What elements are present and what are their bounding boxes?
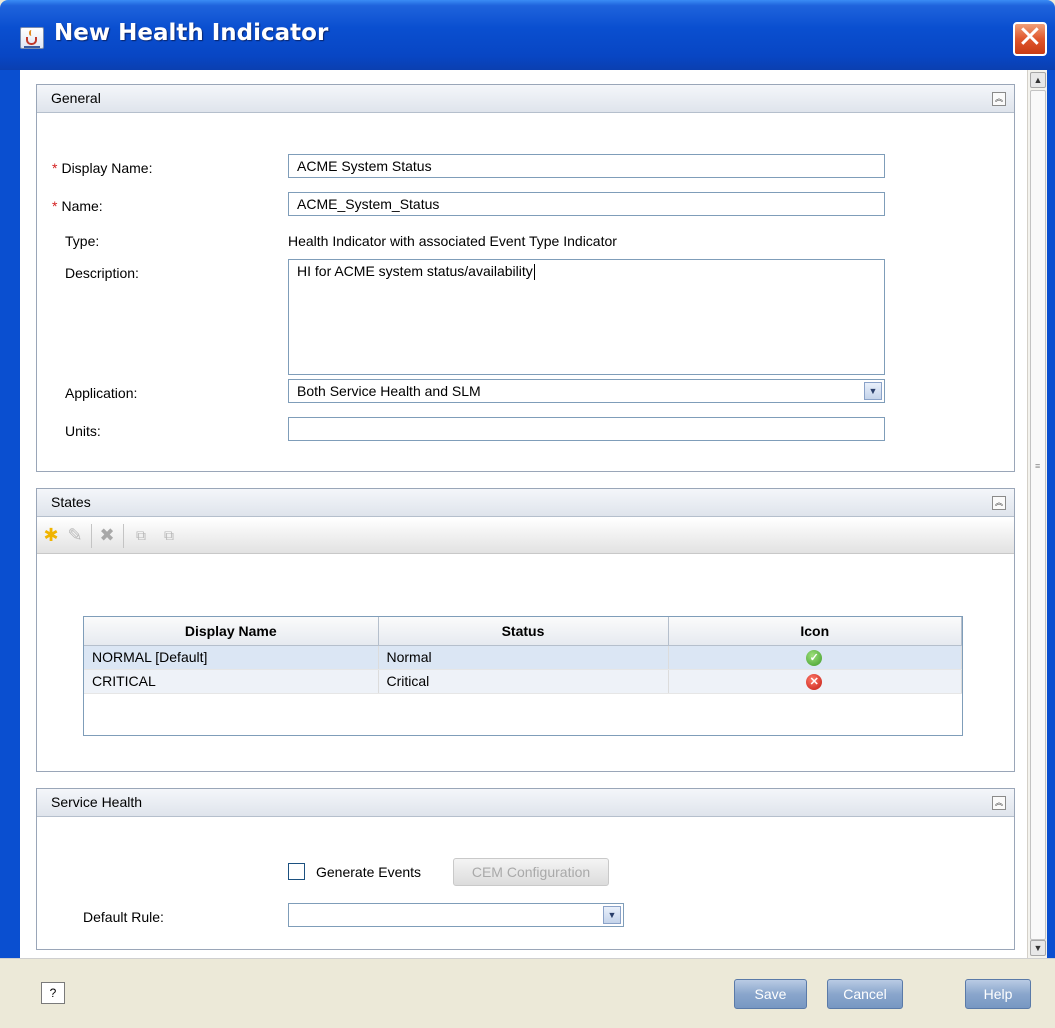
general-panel-title: General	[51, 90, 101, 106]
states-panel-title: States	[51, 494, 91, 510]
description-textarea[interactable]: HI for ACME system status/availability	[288, 259, 885, 375]
vertical-scrollbar[interactable]: ▲ ≡ ▼	[1027, 70, 1047, 958]
generate-events-checkbox[interactable]	[288, 863, 305, 880]
states-table: Display Name Status Icon NORMAL [Default…	[83, 616, 963, 736]
service-health-panel-header: Service Health ︽	[37, 789, 1014, 817]
table-row[interactable]: CRITICAL Critical ✕	[84, 669, 962, 694]
display-name-field[interactable]: ACME System Status	[288, 154, 885, 178]
dialog-content: General ︽ * Display Name: ACME System Sta…	[20, 70, 1027, 958]
scroll-thumb[interactable]: ≡	[1030, 90, 1046, 940]
help-button[interactable]: Help	[965, 979, 1031, 1009]
general-panel: General ︽ * Display Name: ACME System Sta…	[36, 84, 1015, 472]
column-header-icon[interactable]: Icon	[668, 617, 962, 646]
close-button[interactable]: ✕	[1013, 22, 1047, 56]
description-label: Description:	[65, 265, 139, 281]
window-title: New Health Indicator	[54, 20, 329, 46]
application-label: Application:	[65, 385, 138, 401]
chevron-down-icon[interactable]: ▼	[603, 906, 621, 924]
column-header-status[interactable]: Status	[378, 617, 669, 646]
cell-status: Critical	[378, 669, 669, 694]
cancel-button[interactable]: Cancel	[827, 979, 903, 1009]
cem-configuration-button[interactable]: CEM Configuration	[453, 858, 609, 886]
new-icon[interactable]: ✱	[41, 525, 61, 545]
service-health-panel: Service Health ︽ Generate Events CEM Con…	[36, 788, 1015, 950]
grip-icon: ≡	[1035, 461, 1041, 471]
display-name-label: * Display Name:	[52, 160, 153, 176]
text-caret	[533, 264, 535, 281]
title-bar: New Health Indicator ✕	[0, 0, 1055, 70]
type-label: Type:	[65, 233, 100, 249]
column-header-display-name[interactable]: Display Name	[84, 617, 379, 646]
application-selected-value: Both Service Health and SLM	[297, 383, 481, 399]
generate-events-label: Generate Events	[316, 864, 422, 880]
name-label: * Name:	[52, 198, 103, 214]
scroll-up-icon[interactable]: ▲	[1030, 72, 1046, 88]
context-help-icon[interactable]: ?	[41, 982, 65, 1004]
save-button[interactable]: Save	[734, 979, 807, 1009]
chevron-down-icon[interactable]: ▼	[864, 382, 882, 400]
units-label: Units:	[65, 423, 101, 439]
application-select[interactable]: Both Service Health and SLM ▼	[288, 379, 885, 403]
default-rule-label: Default Rule:	[83, 909, 164, 925]
check-circle-icon: ✓	[806, 650, 823, 666]
java-app-icon	[20, 27, 44, 49]
move-down-icon[interactable]: ⧉	[159, 525, 179, 545]
cell-status: Normal	[378, 645, 669, 670]
scroll-down-icon[interactable]: ▼	[1030, 940, 1046, 956]
general-panel-header: General ︽	[37, 85, 1014, 113]
name-field[interactable]: ACME_System_Status	[288, 192, 885, 216]
error-circle-icon: ✕	[806, 674, 823, 690]
states-panel-header: States ︽	[37, 489, 1014, 517]
dialog-footer: ? Save Cancel Help	[0, 958, 1055, 1028]
move-up-icon[interactable]: ⧉	[131, 525, 151, 545]
required-marker: *	[52, 198, 58, 214]
service-health-panel-title: Service Health	[51, 794, 143, 810]
required-marker: *	[52, 160, 58, 176]
window-frame-left	[0, 70, 20, 958]
default-rule-select[interactable]: ▼	[288, 903, 624, 927]
cell-display-name: CRITICAL	[84, 669, 379, 694]
collapse-icon[interactable]: ︽	[992, 92, 1006, 106]
table-row[interactable]: NORMAL [Default] Normal ✓	[84, 645, 962, 670]
window-frame-right	[1047, 70, 1055, 958]
delete-icon[interactable]: ✖	[97, 525, 117, 545]
states-panel: States ︽ ✱ ✎ ✖ ⧉ ⧉ Display Name Status I…	[36, 488, 1015, 772]
collapse-icon[interactable]: ︽	[992, 496, 1006, 510]
cell-display-name: NORMAL [Default]	[84, 645, 379, 670]
collapse-icon[interactable]: ︽	[992, 796, 1006, 810]
units-field[interactable]	[288, 417, 885, 441]
type-value: Health Indicator with associated Event T…	[288, 233, 617, 249]
states-toolbar: ✱ ✎ ✖ ⧉ ⧉	[37, 518, 1014, 554]
edit-icon[interactable]: ✎	[65, 525, 85, 545]
